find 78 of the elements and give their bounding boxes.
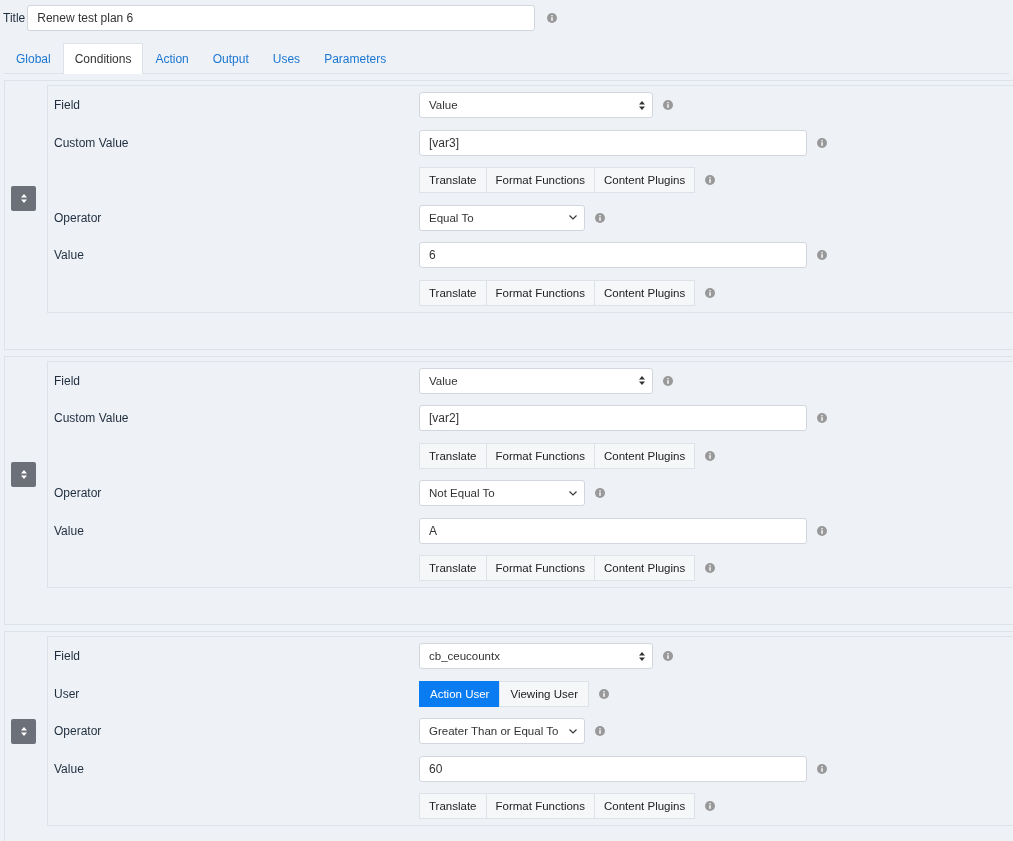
reorder-handle[interactable] (11, 186, 36, 212)
input-field[interactable]: A (419, 517, 807, 544)
tab[interactable]: Conditions (62, 43, 144, 74)
toolbar-button[interactable]: Translate (419, 442, 487, 469)
sort-arrows-icon (20, 726, 27, 736)
field-label: Field (54, 373, 81, 388)
toolbar-button[interactable]: Translate (419, 279, 487, 306)
info-icon[interactable] (599, 688, 609, 699)
input-field[interactable]: [var2] (419, 405, 807, 431)
toolbar-button[interactable]: Format Functions (485, 167, 595, 193)
info-icon[interactable] (705, 287, 716, 298)
title-input[interactable]: Renew test plan 6 (27, 5, 536, 31)
info-icon[interactable] (663, 375, 673, 386)
select-field[interactable]: Value (419, 367, 653, 394)
info-icon[interactable] (595, 488, 605, 498)
toggle-option[interactable]: Viewing User (499, 680, 589, 707)
field-label: Value (54, 248, 85, 262)
toolbar-button[interactable]: Format Functions (485, 793, 595, 819)
info-icon[interactable] (705, 563, 716, 573)
toolbar-button[interactable]: Translate (419, 555, 487, 581)
select-field[interactable]: Equal To (419, 204, 585, 231)
field-label: Operator (54, 210, 103, 225)
toolbar-button[interactable]: Translate (419, 793, 487, 819)
toolbar-button[interactable]: Format Functions (485, 555, 595, 581)
select-field[interactable]: Not Equal To (419, 480, 585, 506)
info-icon[interactable] (705, 175, 716, 185)
field-label: Value (54, 761, 85, 776)
toolbar-button[interactable]: Content Plugins (594, 442, 696, 469)
toggle-option[interactable]: Action User (419, 680, 501, 707)
chevron-down-icon (569, 728, 577, 734)
tab[interactable]: Parameters (312, 43, 399, 73)
info-icon[interactable] (817, 525, 827, 536)
tab[interactable]: Global (4, 43, 63, 73)
tab[interactable]: Output (200, 43, 261, 73)
info-icon[interactable] (595, 212, 605, 223)
field-label: Field (54, 98, 81, 112)
sort-arrows-icon (639, 100, 645, 110)
info-icon[interactable] (663, 100, 673, 110)
reorder-handle[interactable] (11, 461, 36, 487)
input-field[interactable]: 6 (419, 242, 807, 268)
info-icon[interactable] (705, 450, 716, 461)
toolbar-button[interactable]: Format Functions (485, 442, 595, 469)
info-icon[interactable] (817, 763, 827, 774)
info-icon[interactable] (817, 250, 827, 260)
select-field[interactable]: Value (419, 92, 653, 118)
toolbar-button[interactable]: Format Functions (485, 279, 595, 306)
reorder-handle[interactable] (11, 718, 36, 744)
sort-arrows-icon (639, 651, 645, 661)
field-label: Custom Value (54, 411, 130, 425)
chevron-down-icon (569, 490, 577, 496)
toolbar-button[interactable]: Content Plugins (594, 555, 696, 581)
field-label: Operator (54, 724, 103, 738)
toolbar-button[interactable]: Content Plugins (594, 793, 696, 819)
toolbar-button[interactable]: Content Plugins (594, 167, 696, 193)
tab[interactable]: Uses (260, 43, 313, 73)
field-label: Field (54, 649, 81, 663)
select-field[interactable]: Greater Than or Equal To (419, 718, 585, 744)
field-label: Custom Value (54, 135, 130, 150)
info-icon[interactable] (817, 137, 827, 148)
info-icon[interactable] (817, 413, 827, 423)
title-label: Title (3, 11, 26, 25)
info-icon[interactable] (547, 13, 558, 23)
chevron-down-icon (569, 215, 577, 220)
info-icon[interactable] (663, 651, 673, 661)
sort-arrows-icon (639, 376, 645, 385)
field-label: User (54, 686, 81, 701)
input-field[interactable]: [var3] (419, 129, 807, 156)
toolbar-button[interactable]: Content Plugins (594, 279, 696, 306)
select-field[interactable]: cb_ceucountx (419, 643, 653, 669)
input-field[interactable]: 60 (419, 755, 807, 782)
field-label: Value (54, 523, 85, 538)
field-label: Operator (54, 486, 103, 500)
info-icon[interactable] (705, 801, 716, 811)
toolbar-button[interactable]: Translate (419, 167, 487, 193)
sort-arrows-icon (20, 194, 27, 204)
info-icon[interactable] (595, 726, 605, 736)
sort-arrows-icon (20, 469, 27, 479)
tab[interactable]: Action (143, 43, 201, 73)
